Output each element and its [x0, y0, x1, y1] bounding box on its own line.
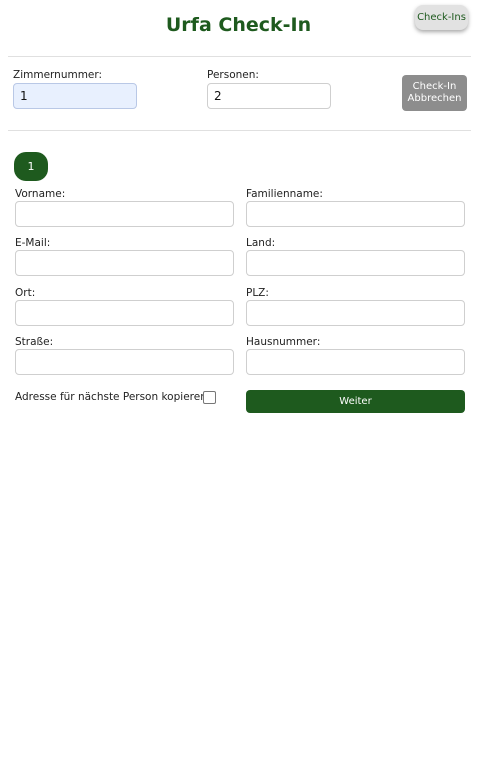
zip-input[interactable]: [246, 300, 465, 326]
city-input[interactable]: [15, 300, 234, 326]
cancel-button-line-2: Abbrechen: [407, 93, 462, 104]
house-number-label: Hausnummer:: [246, 336, 321, 348]
country-label: Land:: [246, 237, 276, 249]
country-input[interactable]: [246, 250, 465, 276]
street-input[interactable]: [15, 349, 234, 375]
zip-label: PLZ:: [246, 287, 269, 299]
copy-address-checkbox[interactable]: [203, 391, 216, 404]
first-name-input[interactable]: [15, 201, 234, 227]
room-bar-divider: [8, 130, 471, 131]
check-in-page: Urfa Check-In Check-Ins Zimmernummer: Pe…: [0, 0, 477, 767]
cancel-check-in-button[interactable]: Check-In Abbrechen: [402, 75, 467, 111]
first-name-label: Vorname:: [15, 188, 66, 200]
next-button[interactable]: Weiter: [246, 390, 465, 413]
street-label: Straße:: [15, 336, 54, 348]
persons-label: Personen:: [207, 69, 259, 81]
room-number-input[interactable]: [13, 83, 137, 109]
email-input[interactable]: [15, 250, 234, 276]
header-divider: [8, 56, 471, 57]
tab-person-1[interactable]: 1: [14, 152, 48, 181]
last-name-label: Familienname:: [246, 188, 323, 200]
house-number-input[interactable]: [246, 349, 465, 375]
cancel-button-line-1: Check-In: [412, 81, 457, 92]
persons-input[interactable]: [207, 83, 331, 109]
city-label: Ort:: [15, 287, 36, 299]
check-ins-button[interactable]: Check-Ins: [415, 5, 468, 30]
page-title: Urfa Check-In: [165, 14, 312, 36]
email-label: E-Mail:: [15, 237, 51, 249]
room-number-label: Zimmernummer:: [13, 69, 103, 81]
copy-address-label: Adresse für nächste Person kopieren: [15, 391, 207, 403]
last-name-input[interactable]: [246, 201, 465, 227]
